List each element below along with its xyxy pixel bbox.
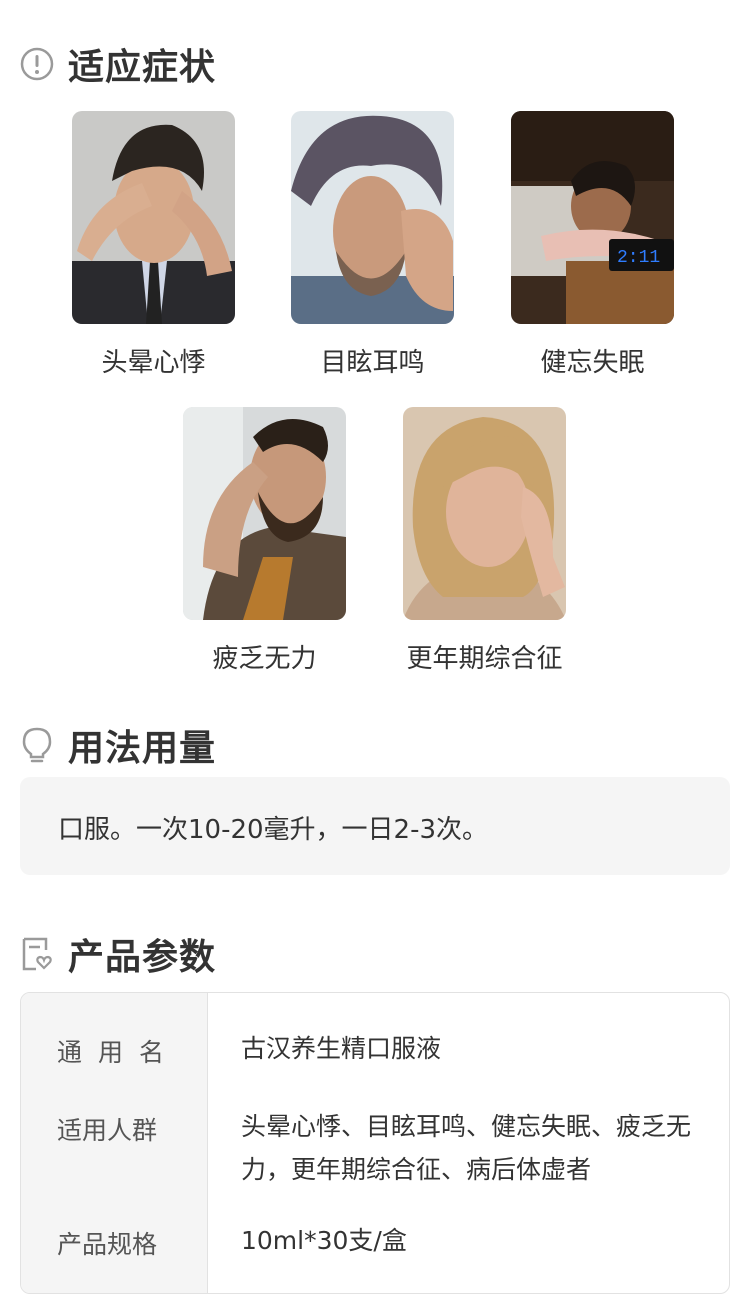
lightbulb-icon	[20, 727, 54, 763]
param-value: 10ml*30支/盒	[241, 1226, 407, 1255]
usage-box: 口服。一次10-20毫升，一日2-3次。	[20, 777, 730, 875]
symptom-item-fatigue[interactable]: 疲乏无力	[183, 407, 346, 675]
symptom-label: 更年期综合征	[406, 644, 563, 674]
exclamation-circle-icon	[20, 47, 54, 81]
params-table: 通用名 古汉养生精口服液 适用人群 头晕心悸、目眩耳鸣、健忘失眠、疲乏无力，更年…	[20, 992, 730, 1294]
params-title: 产品参数	[68, 937, 217, 978]
content-card: 适应症状 头晕心悸 目眩耳鸣 2:11 健忘失眠 疲乏无力 更年期综合征 用法用…	[0, 0, 750, 1294]
svg-text:2:11: 2:11	[617, 248, 660, 268]
symptoms-header: 适应症状	[20, 38, 216, 90]
symptom-item-tinnitus[interactable]: 目眩耳鸣	[291, 111, 454, 379]
symptom-label: 头晕心悸	[101, 348, 206, 378]
symptom-item-dizziness[interactable]: 头晕心悸	[72, 111, 235, 379]
param-value: 古汉养生精口服液	[241, 1034, 442, 1063]
woman-menopause-photo	[403, 407, 566, 620]
man-headache-photo	[72, 111, 235, 324]
param-key: 通用名	[57, 1038, 181, 1067]
symptoms-title: 适应症状	[68, 47, 217, 88]
symptom-item-insomnia[interactable]: 2:11 健忘失眠	[511, 111, 674, 379]
param-key: 产品规格	[57, 1230, 158, 1259]
param-value: 头晕心悸、目眩耳鸣、健忘失眠、疲乏无力，更年期综合征、病后体虚者	[241, 1112, 692, 1184]
man-insomnia-clock-photo: 2:11	[511, 111, 674, 324]
document-heart-icon	[20, 937, 54, 971]
param-key: 适用人群	[57, 1116, 158, 1145]
params-header: 产品参数	[20, 928, 216, 980]
symptom-label: 健忘失眠	[540, 348, 645, 378]
symptom-label: 目眩耳鸣	[320, 348, 425, 378]
usage-text: 口服。一次10-20毫升，一日2-3次。	[58, 815, 489, 845]
symptom-item-menopause[interactable]: 更年期综合征	[403, 407, 566, 675]
usage-title: 用法用量	[68, 728, 217, 769]
symptom-label: 疲乏无力	[212, 644, 317, 674]
usage-header: 用法用量	[20, 719, 216, 771]
man-ear-pain-photo	[291, 111, 454, 324]
man-fatigue-photo	[183, 407, 346, 620]
